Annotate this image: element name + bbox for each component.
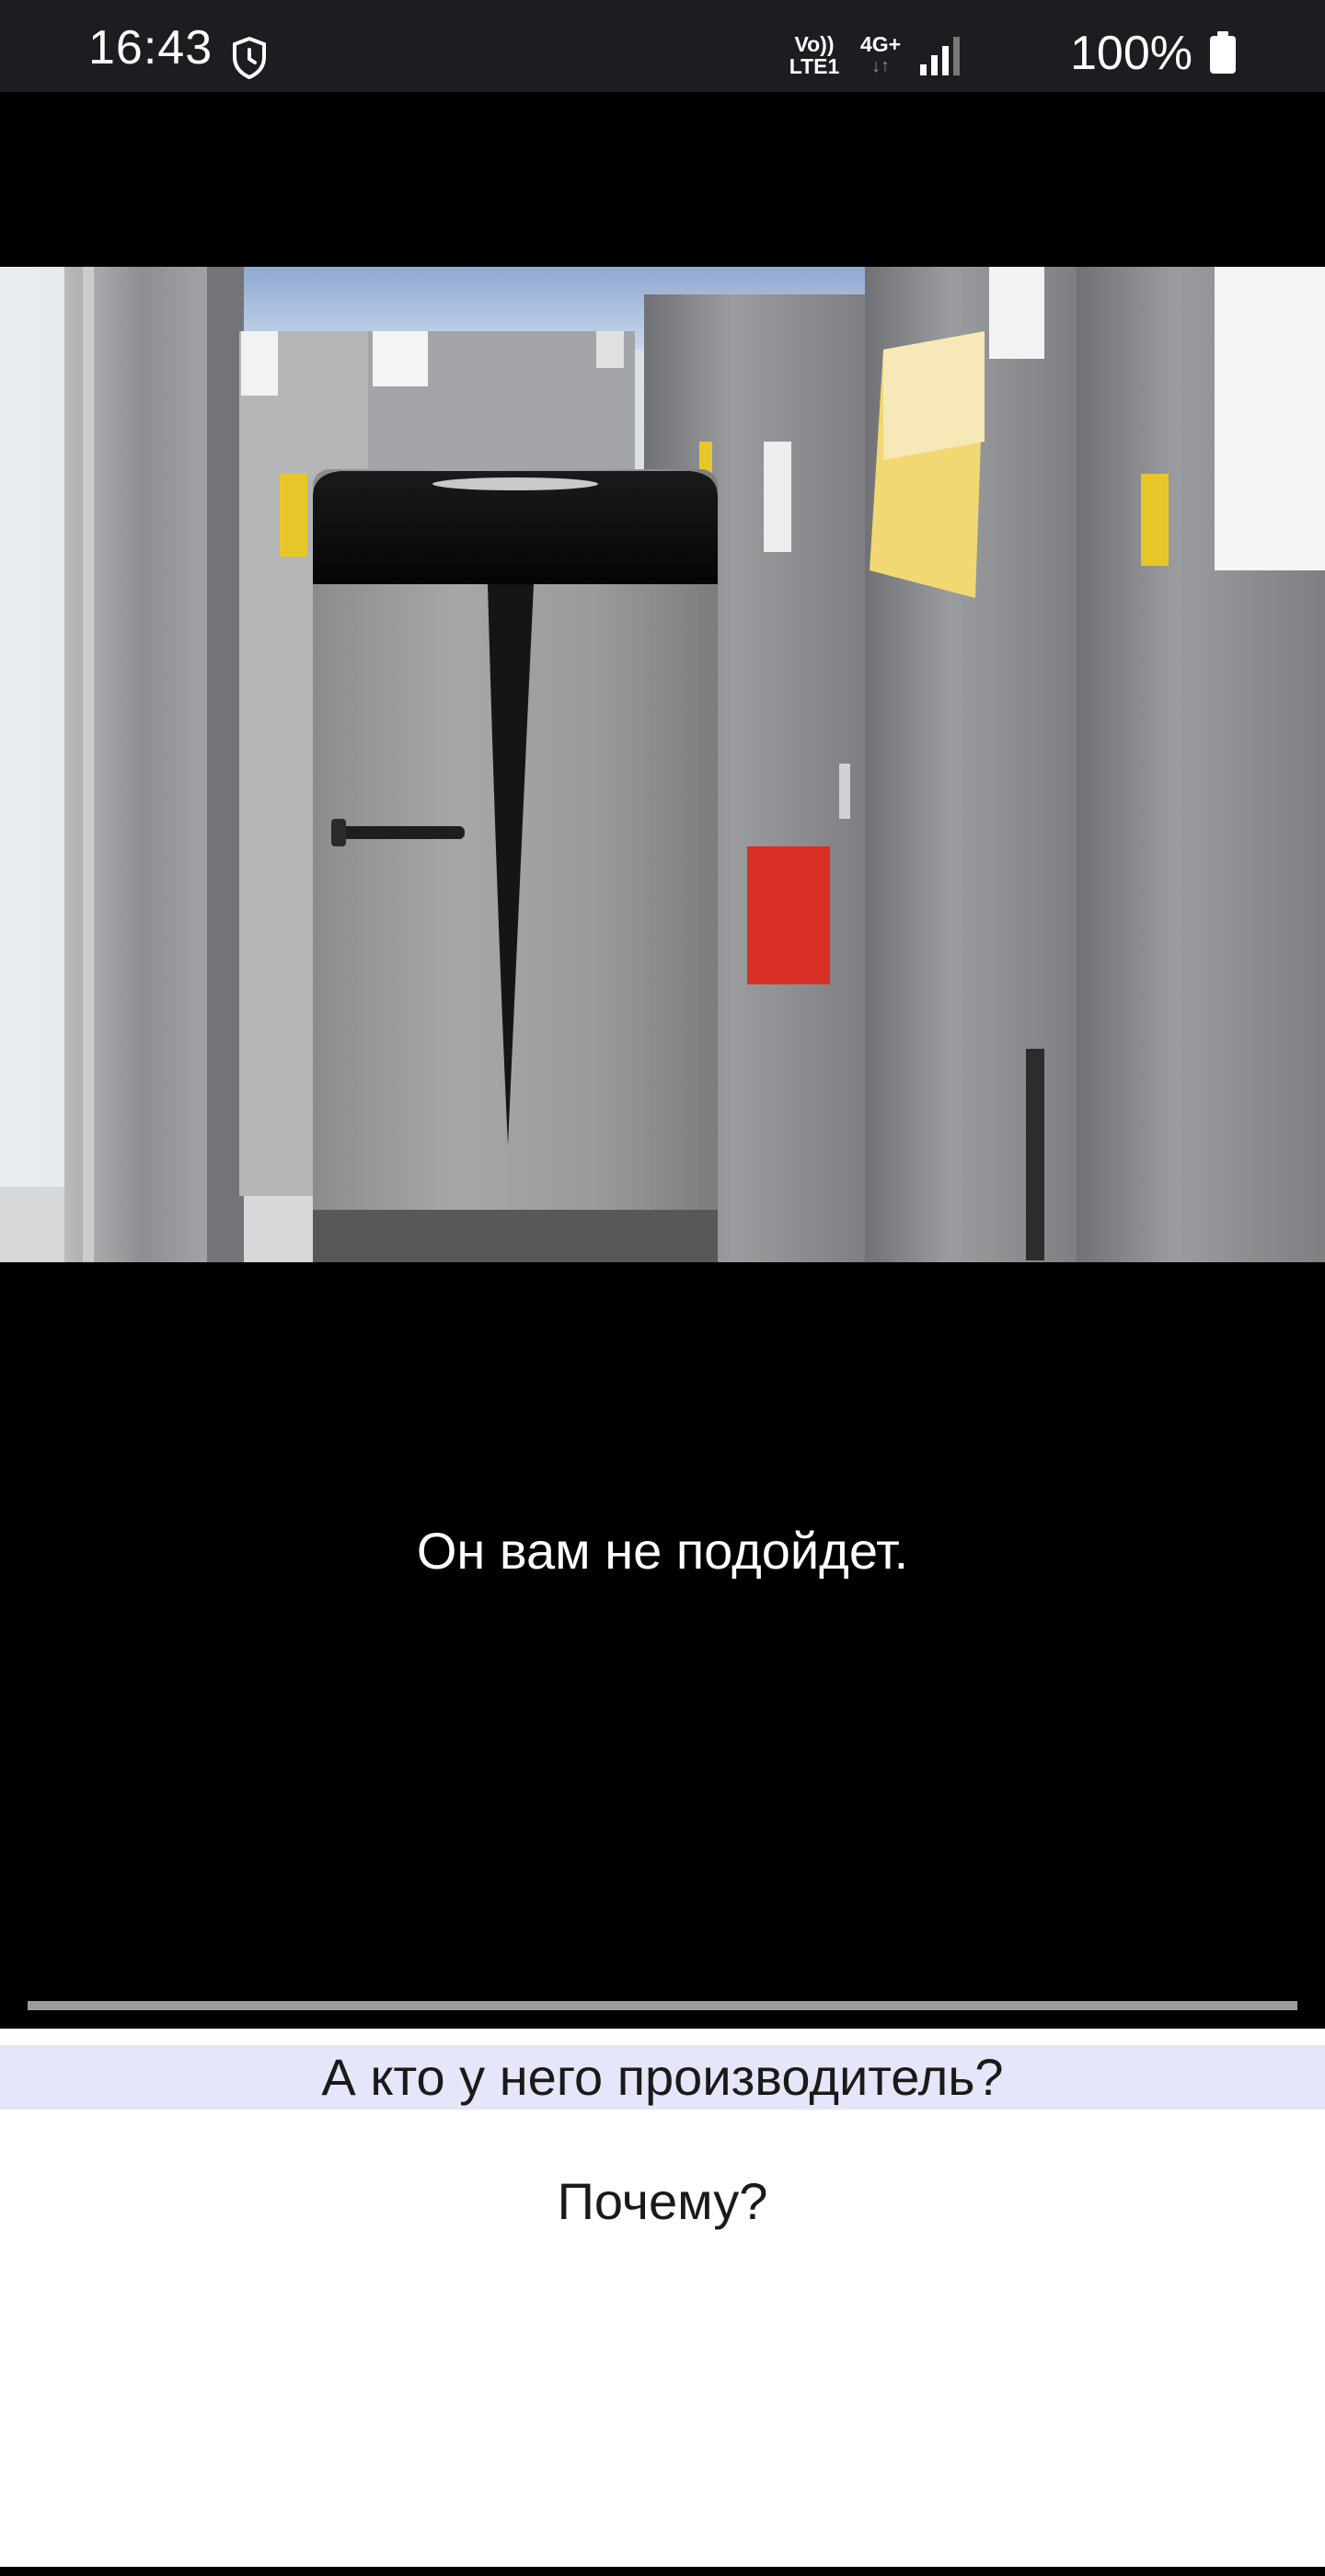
volte-icon: Vo)) LTE1 <box>789 32 840 78</box>
video-progress-fill <box>28 2001 1297 2010</box>
video-still <box>0 267 1325 1262</box>
battery-percent: 100% <box>1070 27 1192 80</box>
status-bar: 16:43 Vo)) LTE1 4G+ ↓↑ 100% <box>0 0 1325 92</box>
network-4g-icon: 4G+ ↓↑ <box>859 32 902 76</box>
status-time: 16:43 <box>88 21 213 75</box>
battery-icon <box>1210 31 1236 74</box>
app-screen: 16:43 Vo)) LTE1 4G+ ↓↑ 100% Он вам не по… <box>0 0 1325 2576</box>
video-progress-bar[interactable] <box>28 2001 1297 2010</box>
signal-icon <box>920 37 960 75</box>
shield-clock-icon <box>233 37 266 79</box>
video-frame[interactable] <box>0 267 1325 1262</box>
answer-options: А кто у него производитель? Почему? <box>0 2029 1325 2567</box>
answer-option-why[interactable]: Почему? <box>0 2165 1325 2238</box>
answer-option-manufacturer[interactable]: А кто у него производитель? <box>0 2045 1325 2110</box>
video-subtitle: Он вам не подойдет. <box>416 1522 909 1580</box>
